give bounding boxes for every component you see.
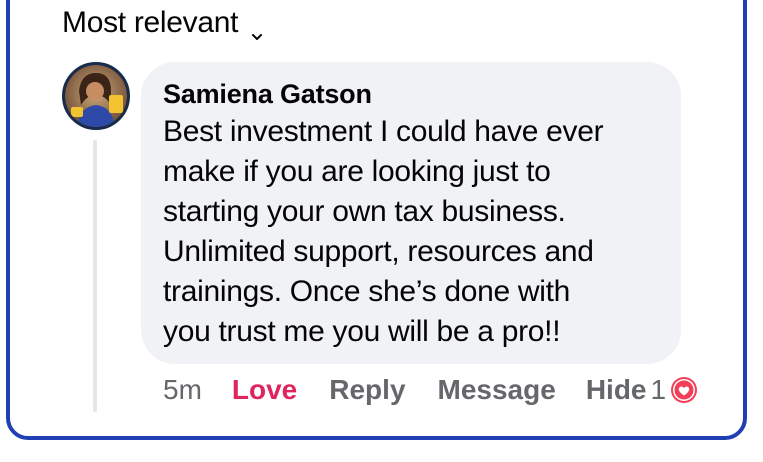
reaction-count: 1 <box>650 374 667 405</box>
love-reaction-icon <box>670 376 698 404</box>
comment-text: Best investment I could have ever make i… <box>163 115 604 348</box>
chevron-down-icon <box>250 18 264 40</box>
comment-actions: 5m Love Reply Message Hide 1 <box>163 370 723 410</box>
sort-selector[interactable]: Most relevant <box>62 6 264 40</box>
message-button[interactable]: Message <box>438 374 556 406</box>
reply-button[interactable]: Reply <box>329 374 405 406</box>
hide-button[interactable]: Hide <box>586 374 647 406</box>
reaction-summary[interactable]: 1 <box>651 374 699 406</box>
thread-line <box>93 140 97 412</box>
avatar[interactable] <box>62 62 130 130</box>
sort-label: Most relevant <box>62 6 239 39</box>
comment-bubble: Samiena Gatson Best investment I could h… <box>141 62 681 364</box>
comment-timestamp[interactable]: 5m <box>163 374 202 406</box>
comment-author[interactable]: Samiena Gatson <box>163 76 661 112</box>
love-button[interactable]: Love <box>232 374 297 406</box>
